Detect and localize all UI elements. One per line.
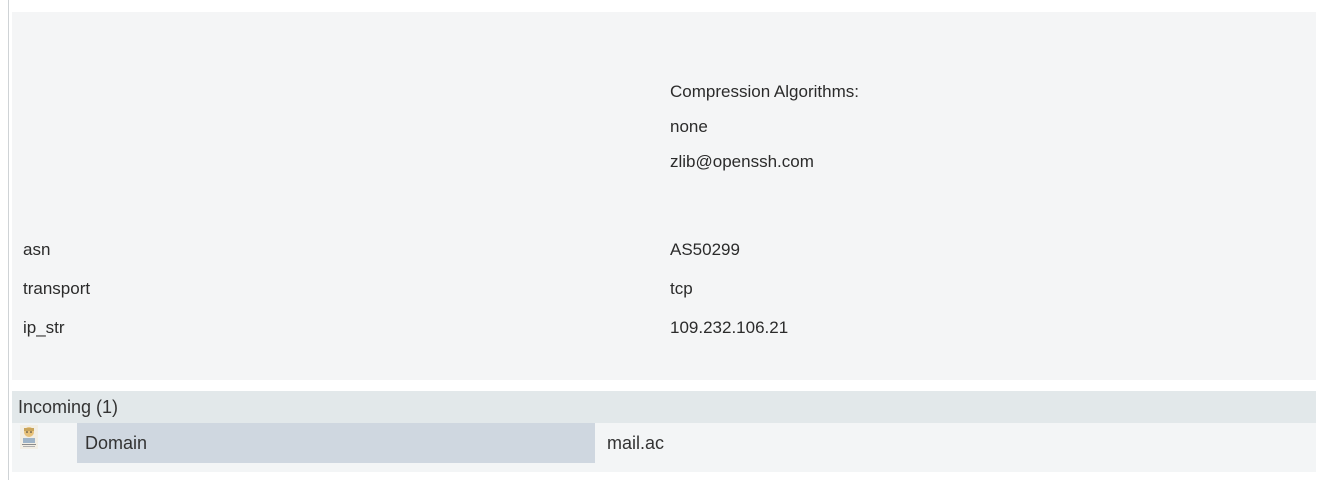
compression-item: zlib@openssh.com [670,152,814,171]
entity-type-label: Domain [77,423,595,463]
property-value: AS50299 [670,240,740,259]
compression-heading: Compression Algorithms: [670,82,859,101]
property-row-transport: transport tcp [12,271,1316,306]
property-key: asn [23,240,51,259]
compression-item: none [670,117,708,136]
property-key: ip_str [23,318,65,337]
incoming-row[interactable]: Domain mail.ac [12,423,1316,463]
incoming-panel: Incoming (1) Domain mail.ac [12,391,1316,472]
property-row-asn: asn AS50299 [12,232,1316,267]
property-value: tcp [670,279,693,298]
incoming-header[interactable]: Incoming (1) [12,391,1316,423]
compression-algorithms-value: Compression Algorithms: none zlib@openss… [670,74,859,179]
property-row-ip-str: ip_str 109.232.106.21 [12,310,1316,345]
entity-value-link[interactable]: mail.ac [607,423,664,463]
property-key: transport [23,279,91,298]
properties-panel: Compression Algorithms: none zlib@openss… [12,12,1316,380]
property-value: 109.232.106.21 [670,318,789,337]
domain-entity-icon [20,425,38,449]
